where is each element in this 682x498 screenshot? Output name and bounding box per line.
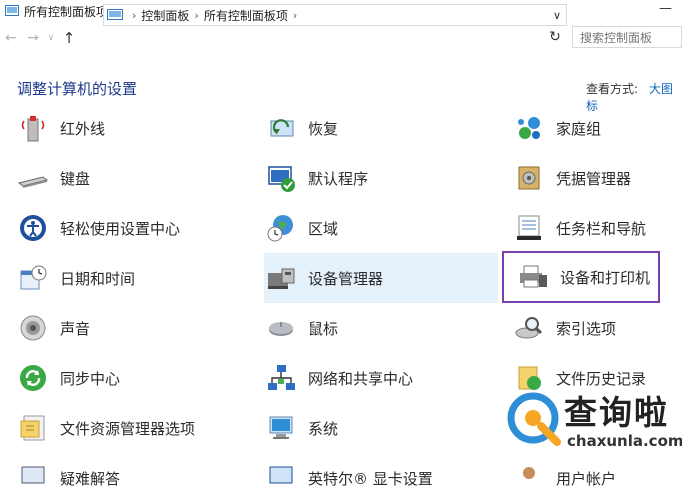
taskbar-icon — [517, 215, 541, 240]
item-intel-graphics[interactable]: 英特尔® 显卡设置 — [264, 458, 498, 498]
calendar-clock-icon — [20, 265, 47, 290]
item-ease-of-access[interactable]: 轻松使用设置中心 — [16, 208, 256, 248]
system-icon — [269, 416, 293, 439]
intel-graphics-icon — [269, 466, 293, 484]
item-recovery[interactable]: 恢复 — [264, 108, 498, 148]
folder-options-icon — [20, 415, 45, 441]
item-label: 疑难解答 — [60, 469, 121, 488]
vault-icon — [518, 166, 540, 190]
printer-icon — [520, 265, 547, 288]
item-label: 系统 — [308, 419, 339, 438]
device-manager-icon — [268, 268, 295, 289]
keyboard-icon — [17, 176, 49, 188]
item-label: 区域 — [308, 219, 339, 238]
item-devices-printers[interactable]: 设备和打印机 — [502, 251, 660, 303]
default-programs-icon — [268, 166, 295, 192]
item-label: 鼠标 — [308, 319, 339, 338]
ease-of-access-icon — [20, 215, 46, 241]
mouse-icon — [269, 322, 293, 336]
speaker-icon — [20, 315, 46, 341]
item-sync-center[interactable]: 同步中心 — [16, 358, 256, 398]
watermark-name: 查询啦 — [564, 393, 669, 432]
item-label: 日期和时间 — [60, 269, 136, 288]
item-label: 任务栏和导航 — [556, 219, 647, 238]
item-troubleshooting[interactable]: 疑难解答 — [16, 458, 256, 498]
recovery-icon — [270, 119, 294, 137]
item-label: 键盘 — [60, 169, 91, 188]
item-label: 恢复 — [308, 119, 339, 138]
watermark-domain: chaxunla.com — [567, 432, 682, 450]
item-network-sharing[interactable]: 网络和共享中心 — [264, 358, 498, 398]
item-infrared[interactable]: 红外线 — [16, 108, 256, 148]
item-file-explorer-options[interactable]: 文件资源管理器选项 — [16, 408, 256, 448]
item-sound[interactable]: 声音 — [16, 308, 256, 348]
item-label: 英特尔® 显卡设置 — [308, 469, 433, 488]
item-label: 默认程序 — [308, 169, 369, 188]
troubleshooting-icon — [21, 466, 45, 484]
item-label: 网络和共享中心 — [308, 369, 414, 388]
infrared-icon — [21, 116, 45, 142]
indexing-icon — [515, 317, 543, 339]
item-credential-manager[interactable]: 凭据管理器 — [512, 158, 682, 198]
sync-icon — [20, 365, 46, 391]
item-label: 家庭组 — [556, 119, 602, 138]
item-label: 轻松使用设置中心 — [60, 219, 181, 238]
globe-clock-icon — [267, 215, 293, 242]
watermark: 查询啦 chaxunla.com — [505, 386, 682, 474]
watermark-logo-icon — [507, 392, 561, 446]
item-mouse[interactable]: 鼠标 — [264, 308, 498, 348]
item-indexing-options[interactable]: 索引选项 — [512, 308, 682, 348]
network-icon — [268, 365, 295, 390]
item-label: 索引选项 — [556, 319, 617, 338]
item-taskbar-navigation[interactable]: 任务栏和导航 — [512, 208, 682, 248]
item-label: 声音 — [60, 319, 91, 338]
item-device-manager[interactable]: 设备管理器 — [264, 253, 498, 303]
item-label: 设备管理器 — [308, 269, 384, 288]
homegroup-icon — [518, 117, 540, 139]
item-default-programs[interactable]: 默认程序 — [264, 158, 498, 198]
item-label: 凭据管理器 — [556, 169, 632, 188]
item-label: 文件资源管理器选项 — [60, 419, 196, 438]
item-label: 设备和打印机 — [560, 268, 651, 287]
item-label: 同步中心 — [60, 369, 121, 388]
item-region[interactable]: 区域 — [264, 208, 498, 248]
item-date-time[interactable]: 日期和时间 — [16, 258, 256, 298]
item-label: 红外线 — [60, 119, 106, 138]
item-system[interactable]: 系统 — [264, 408, 498, 448]
item-homegroup[interactable]: 家庭组 — [512, 108, 682, 148]
item-keyboard[interactable]: 键盘 — [16, 158, 256, 198]
